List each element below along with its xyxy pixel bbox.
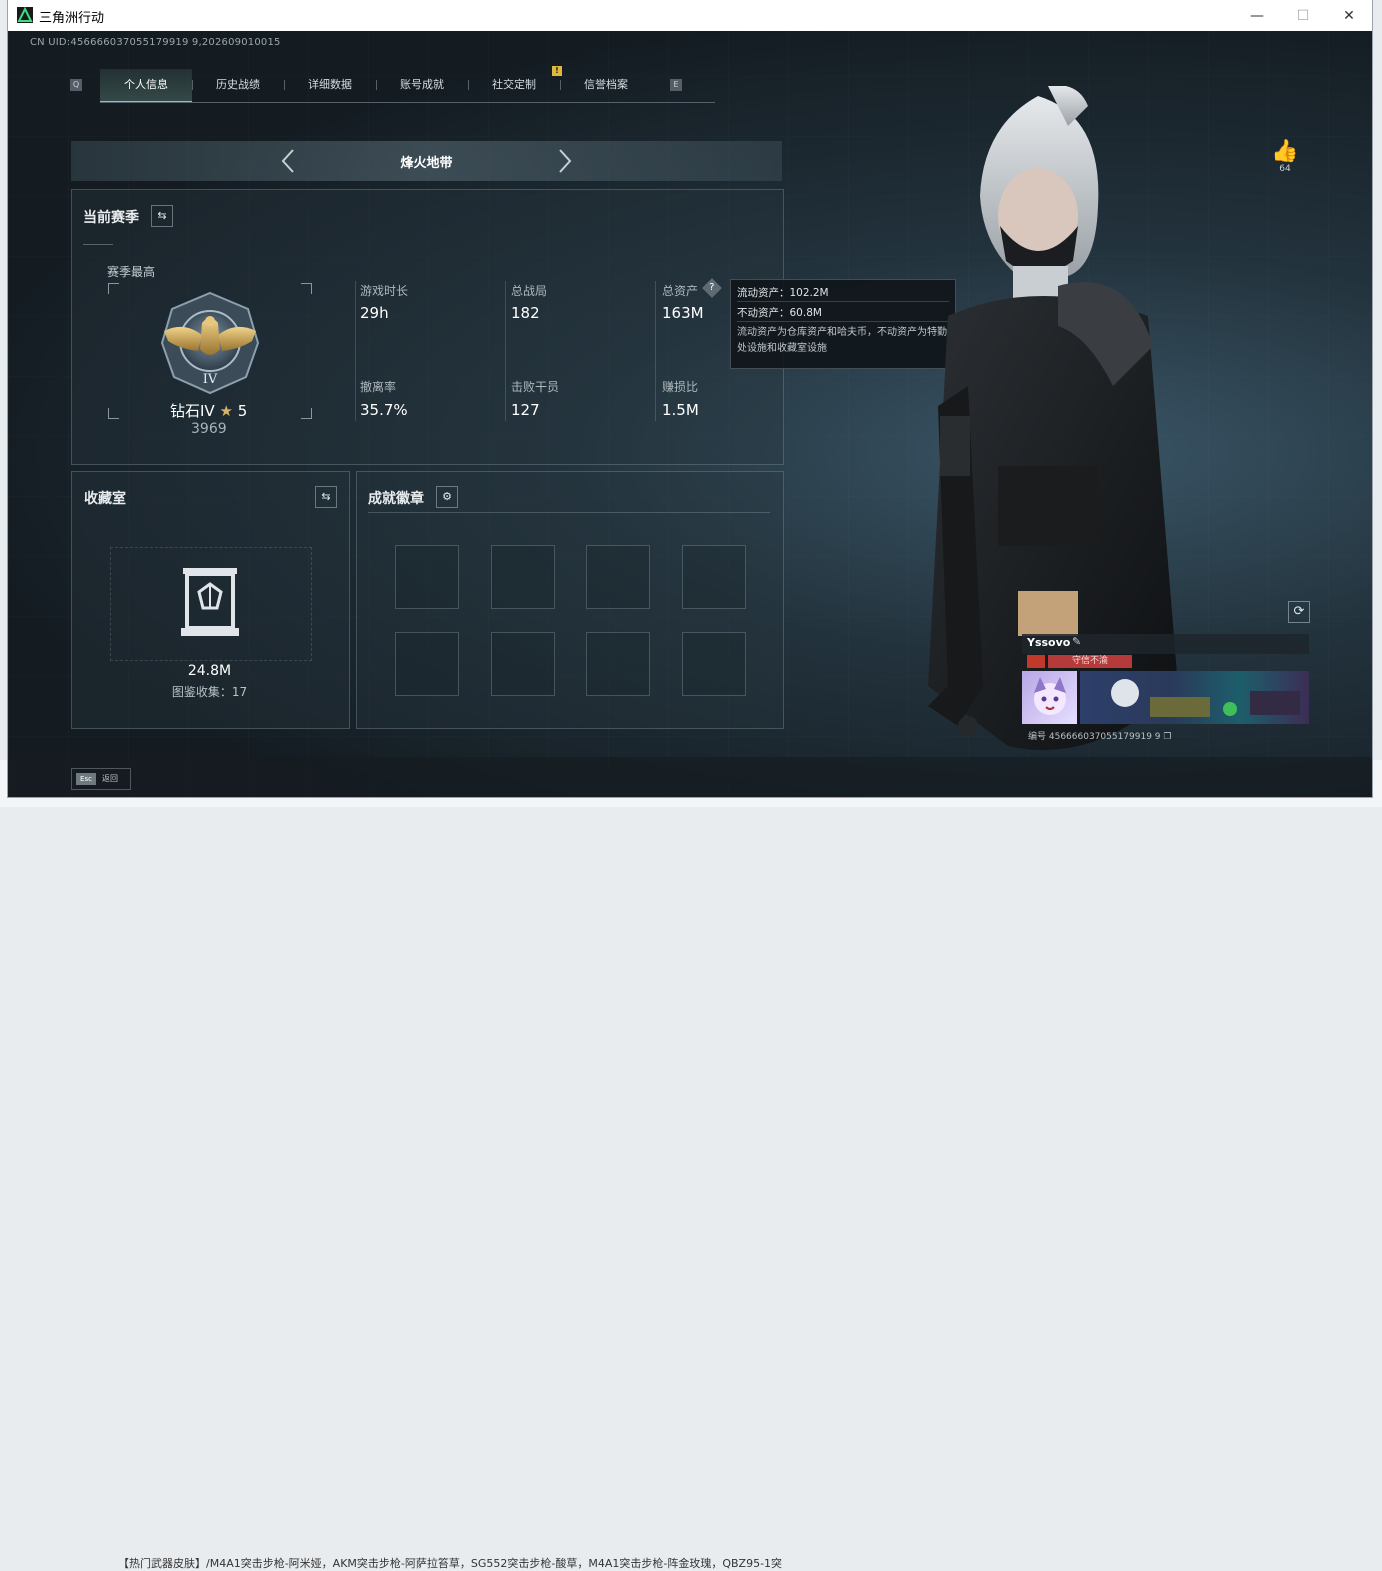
tooltip-fixed: 不动资产：60.8M xyxy=(737,307,822,319)
divider xyxy=(368,512,770,513)
title-bar: 三角洲行动 — ☐ ✕ xyxy=(8,0,1372,31)
divider xyxy=(83,244,113,245)
profile-motto: 守信不渝 xyxy=(1048,655,1132,668)
achievement-slot[interactable] xyxy=(682,632,746,696)
achievement-slot[interactable] xyxy=(682,545,746,609)
tag-emblem-icon xyxy=(1027,655,1045,668)
profile-id: 编号 456666037055179919 9 ❐ xyxy=(1028,729,1171,742)
achievement-slot[interactable] xyxy=(395,545,459,609)
profile-id-text: 编号 456666037055179919 9 xyxy=(1028,732,1161,742)
frame-corner xyxy=(108,408,119,419)
refresh-icon[interactable]: ⟳ xyxy=(1288,601,1310,623)
stat-label: 游戏时长 xyxy=(360,284,409,298)
star-icon: ★ xyxy=(219,402,233,420)
divider xyxy=(655,281,656,421)
like-count: 64 xyxy=(1279,164,1291,174)
rank-stars: 5 xyxy=(237,402,248,420)
divider xyxy=(355,281,356,421)
tab-detailed-data[interactable]: 详细数据 xyxy=(284,69,376,101)
swap-icon[interactable]: ⇆ xyxy=(151,205,173,227)
tab-history[interactable]: 历史战绩 xyxy=(192,69,284,101)
chevron-right-icon[interactable] xyxy=(552,148,576,174)
minimize-button[interactable]: — xyxy=(1234,0,1280,31)
close-button[interactable]: ✕ xyxy=(1326,0,1372,31)
stat-label: 赚损比 xyxy=(662,380,699,394)
tab-reputation[interactable]: 信誉档案 xyxy=(560,69,652,101)
mode-selector: 烽火地带 xyxy=(71,141,782,181)
achievement-slot[interactable] xyxy=(491,632,555,696)
profile-banner xyxy=(1080,671,1309,724)
tab-bar: Q 个人信息 历史战绩 详细数据 账号成就 社交定制 ! 信誉档案 E xyxy=(70,66,715,103)
achievement-slot[interactable] xyxy=(586,632,650,696)
stat-value: 182 xyxy=(511,304,540,322)
uid-text: CN UID:456666037055179919 9,202609010015 xyxy=(30,37,281,48)
mode-label: 烽火地带 xyxy=(400,156,453,171)
bottom-bar: Esc 返回 xyxy=(8,757,1372,797)
stat-value: 1.5M xyxy=(662,401,699,419)
thumbs-up-icon[interactable]: 👍 xyxy=(1270,139,1300,164)
tab-underline xyxy=(100,102,715,103)
background-text: 【热门武器皮肤】/M4A1突击步枪-阿米娅，AKM突击步枪-阿萨拉笞草，SG55… xyxy=(118,1557,783,1570)
rank-score: 3969 xyxy=(191,421,227,437)
avatar[interactable] xyxy=(1022,671,1077,724)
achievement-slot[interactable] xyxy=(395,632,459,696)
stat-value: 35.7% xyxy=(360,401,408,419)
tab-achievements[interactable]: 账号成就 xyxy=(376,69,468,101)
stat-label: 总战局 xyxy=(511,284,548,298)
tab-social-custom[interactable]: 社交定制 xyxy=(468,69,560,101)
stat-label: 击败干员 xyxy=(511,380,560,394)
rank-name: 钻石IV xyxy=(170,402,215,420)
tab-key-left[interactable]: Q xyxy=(70,79,82,91)
window-title: 三角洲行动 xyxy=(39,11,105,26)
achievements-title: 成就徽章 xyxy=(368,491,424,507)
vault-icon xyxy=(181,568,239,636)
edit-icon[interactable]: ✎ xyxy=(1072,635,1081,648)
divider xyxy=(505,281,506,421)
stat-value: 29h xyxy=(360,304,389,322)
collection-catalog: 图鉴收集：17 xyxy=(171,685,248,699)
stat-value: 163M xyxy=(662,304,704,322)
profile-name: Yssovo xyxy=(1027,636,1071,649)
frame-corner xyxy=(301,408,312,419)
maximize-button[interactable]: ☐ xyxy=(1280,0,1326,31)
frame-corner xyxy=(108,283,119,294)
like-widget[interactable]: 👍 64 xyxy=(1270,139,1300,174)
gear-icon[interactable]: ⚙ xyxy=(436,486,458,508)
season-best-label: 赛季最高 xyxy=(107,265,156,279)
rank-badge-icon: IV xyxy=(160,291,260,395)
back-label: 返回 xyxy=(102,774,118,783)
collection-value: 24.8M xyxy=(187,663,232,679)
frame-corner xyxy=(301,283,312,294)
rank-badge-numeral: IV xyxy=(203,372,218,387)
profile-card[interactable]: Yssovo ✎ 守信不渝 xyxy=(1022,634,1309,726)
game-viewport: CN UID:456666037055179919 9,202609010015… xyxy=(8,31,1372,797)
profile-header: Yssovo ✎ xyxy=(1022,634,1309,654)
rank-name-row: 钻石IV ★ 5 xyxy=(170,400,247,421)
copy-icon[interactable]: ❐ xyxy=(1163,732,1171,742)
stat-label: 撤离率 xyxy=(360,380,397,394)
stat-value: 127 xyxy=(511,401,540,419)
tooltip-liquid: 流动资产：102.2M xyxy=(737,287,829,299)
tab-personal-info[interactable]: 个人信息 xyxy=(100,69,192,103)
achievement-slot[interactable] xyxy=(586,545,650,609)
app-logo-icon xyxy=(17,7,33,23)
app-window: 三角洲行动 — ☐ ✕ CN UID:456666037055179919 9,… xyxy=(8,0,1372,797)
achievement-slot[interactable] xyxy=(491,545,555,609)
current-season-title: 当前赛季 xyxy=(83,210,139,226)
tab-key-right[interactable]: E xyxy=(670,79,682,91)
swap-icon[interactable]: ⇆ xyxy=(315,486,337,508)
collection-title: 收藏室 xyxy=(84,491,126,507)
esc-key: Esc xyxy=(76,773,96,785)
stat-label: 总资产 xyxy=(662,284,699,298)
back-button[interactable]: Esc 返回 xyxy=(71,768,131,790)
